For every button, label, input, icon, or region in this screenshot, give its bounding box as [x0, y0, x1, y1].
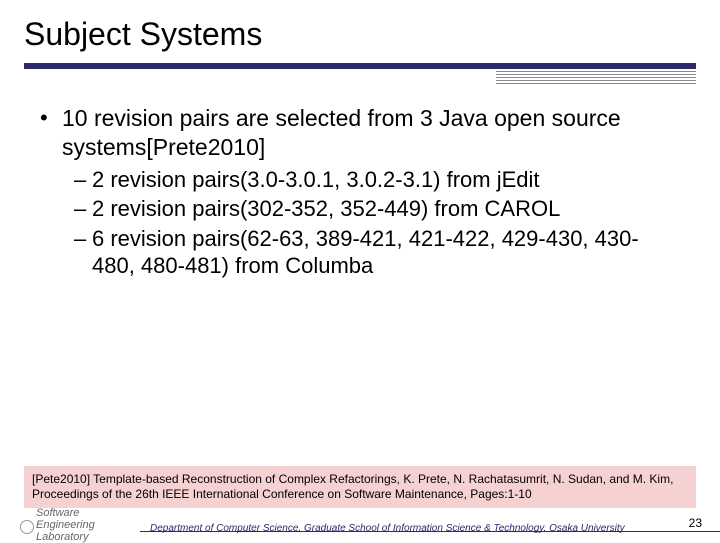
sub-item: – 2 revision pairs(302-352, 352-449) fro… — [74, 195, 680, 223]
bullet-text: 10 revision pairs are selected from 3 Ja… — [62, 104, 680, 162]
footer: Software Engineering Laboratory Departme… — [0, 510, 720, 540]
content-area: • 10 revision pairs are selected from 3 … — [0, 86, 720, 280]
slide-title-block: Subject Systems — [0, 0, 720, 57]
page-number: 23 — [689, 516, 702, 530]
sub-item-text: 6 revision pairs(62-63, 389-421, 421-422… — [92, 225, 680, 280]
sub-item-text: 2 revision pairs(302-352, 352-449) from … — [92, 195, 560, 223]
reference-box: [Pete2010] Template-based Reconstruction… — [24, 466, 696, 508]
title-hatch — [24, 71, 696, 86]
slide-title: Subject Systems — [24, 16, 696, 53]
dash-marker: – — [74, 195, 92, 223]
bullet-item: • 10 revision pairs are selected from 3 … — [40, 104, 680, 162]
sub-item: – 6 revision pairs(62-63, 389-421, 421-4… — [74, 225, 680, 280]
sub-item-text: 2 revision pairs(3.0-3.0.1, 3.0.2-3.1) f… — [92, 166, 540, 194]
title-underline — [24, 63, 696, 69]
dash-marker: – — [74, 166, 92, 194]
sub-list: – 2 revision pairs(3.0-3.0.1, 3.0.2-3.1)… — [40, 166, 680, 280]
reference-text: [Pete2010] Template-based Reconstruction… — [32, 472, 673, 501]
bullet-marker: • — [40, 104, 62, 162]
dash-marker: – — [74, 225, 92, 280]
footer-department: Department of Computer Science, Graduate… — [150, 523, 625, 534]
lab-logo-icon — [20, 520, 34, 534]
sub-item: – 2 revision pairs(3.0-3.0.1, 3.0.2-3.1)… — [74, 166, 680, 194]
